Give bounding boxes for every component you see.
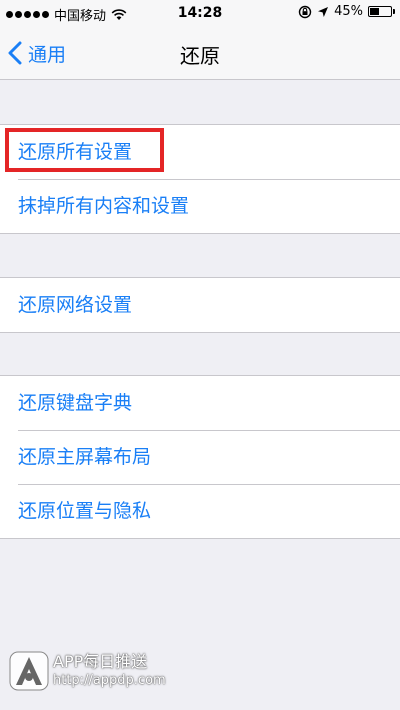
watermark-text: APP每日推送 http://appdp.com (53, 652, 166, 690)
reset-all-settings-label: 还原所有设置 (18, 141, 133, 163)
navigation-bar: 通用 还原 (0, 28, 400, 80)
reset-home-screen-layout-label: 还原主屏幕布局 (18, 446, 152, 468)
status-right: 45% (298, 4, 395, 19)
watermark-title: APP每日推送 (53, 652, 148, 671)
settings-group-network: 还原网络设置 (0, 277, 400, 333)
battery-fill (370, 8, 379, 15)
appdp-logo-icon (9, 651, 49, 691)
battery-icon (368, 6, 395, 17)
battery-percent: 45% (334, 4, 363, 19)
reset-location-privacy-row[interactable]: 还原位置与隐私 (0, 484, 400, 538)
page-title: 还原 (180, 44, 220, 68)
watermark: APP每日推送 http://appdp.com (9, 651, 166, 691)
reset-location-privacy-label: 还原位置与隐私 (18, 500, 152, 522)
reset-network-settings-label: 还原网络设置 (18, 294, 133, 316)
reset-keyboard-dictionary-row[interactable]: 还原键盘字典 (0, 376, 400, 430)
reset-keyboard-dictionary-label: 还原键盘字典 (18, 392, 133, 414)
settings-group-reset-all: 还原所有设置 抹掉所有内容和设置 (0, 124, 400, 234)
location-arrow-icon (318, 6, 329, 17)
rotation-lock-icon (298, 5, 312, 18)
watermark-url: http://appdp.com (53, 673, 166, 688)
settings-group-other: 还原键盘字典 还原主屏幕布局 还原位置与隐私 (0, 375, 400, 539)
reset-all-settings-row[interactable]: 还原所有设置 (0, 125, 400, 179)
status-bar: 中国移动 14:28 45% (0, 0, 400, 28)
reset-home-screen-layout-row[interactable]: 还原主屏幕布局 (0, 430, 400, 484)
erase-all-content-row[interactable]: 抹掉所有内容和设置 (0, 179, 400, 233)
reset-network-settings-row[interactable]: 还原网络设置 (0, 278, 400, 332)
erase-all-content-label: 抹掉所有内容和设置 (18, 195, 190, 217)
